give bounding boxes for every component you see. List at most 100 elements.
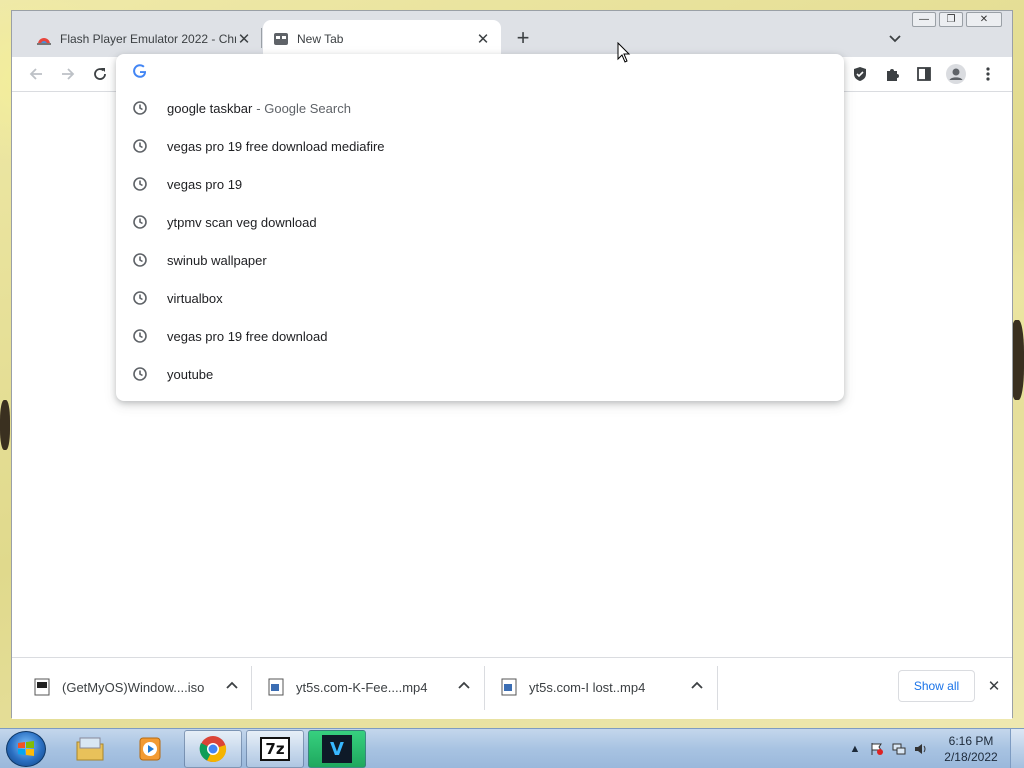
taskbar-clock[interactable]: 6:16 PM 2/18/2022 [936, 733, 1006, 765]
history-clock-icon [133, 215, 147, 229]
system-tray: ▲ 6:16 PM 2/18/2022 [844, 729, 1024, 768]
divider [251, 666, 252, 710]
extension-shield-button[interactable] [846, 60, 874, 88]
new-tab-button[interactable]: + [510, 25, 536, 51]
tab-title: Flash Player Emulator 2022 - Chr [60, 31, 236, 46]
shield-icon [854, 67, 866, 81]
taskbar-windows-explorer[interactable] [61, 730, 119, 768]
address-bar-input[interactable] [159, 63, 844, 79]
show-hidden-icons-button[interactable]: ▲ [847, 741, 863, 757]
volume-icon[interactable] [913, 741, 929, 757]
chevron-up-icon[interactable] [224, 678, 240, 694]
network-monitor-icon [892, 743, 906, 755]
suggestion-text: ytpmv scan veg download [167, 214, 317, 230]
back-button[interactable] [22, 60, 50, 88]
tab-title: New Tab [297, 31, 344, 46]
vegas-pro-icon: V [322, 735, 352, 763]
start-button[interactable] [6, 731, 46, 767]
speaker-icon [915, 744, 926, 754]
network-icon[interactable] [891, 741, 907, 757]
flash-player-emulator-favicon-icon [37, 37, 51, 45]
new-tab-page-icon [274, 32, 288, 45]
extensions-button[interactable] [878, 60, 906, 88]
omnibox-input-row [116, 54, 844, 88]
divider [484, 666, 485, 710]
history-clock-icon [133, 329, 147, 343]
suggestion-item[interactable]: swinub wallpaper [116, 241, 844, 279]
tab-new-tab[interactable]: New Tab ✕ [263, 20, 501, 57]
tab-separator [261, 28, 262, 48]
google-g-icon [133, 64, 147, 78]
suggestion-item[interactable]: vegas pro 19 free download [116, 317, 844, 355]
suggestion-item[interactable]: virtualbox [116, 279, 844, 317]
chevron-down-icon [889, 35, 901, 43]
back-arrow-icon [29, 68, 42, 80]
download-filename: yt5s.com-K-Fee....mp4 [296, 679, 428, 695]
suggestion-text: virtualbox [167, 290, 223, 306]
suggestion-text: vegas pro 19 [167, 176, 243, 192]
history-clock-icon [133, 139, 147, 153]
side-panel-button[interactable] [910, 60, 938, 88]
seven-zip-icon: 7z [260, 737, 290, 761]
menu-button[interactable] [974, 60, 1002, 88]
folder-icon [76, 737, 104, 761]
flag-icon [871, 743, 883, 755]
close-tab-icon[interactable]: ✕ [475, 30, 491, 48]
side-panel-icon [917, 67, 931, 81]
clock-date: 2/18/2022 [944, 750, 998, 764]
clock-time: 6:16 PM [948, 734, 994, 748]
history-clock-icon [133, 253, 147, 267]
close-tab-icon[interactable]: ✕ [236, 30, 252, 48]
download-filename: yt5s.com-I lost..mp4 [529, 679, 646, 695]
suggestion-list: google taskbar - Google Search vegas pro… [116, 89, 844, 393]
chevron-up-icon[interactable] [456, 678, 472, 694]
close-download-shelf-icon[interactable]: ✕ [984, 674, 1004, 698]
puzzle-piece-icon [887, 69, 899, 81]
show-all-downloads-button[interactable]: Show all [898, 670, 975, 702]
history-clock-icon [133, 177, 147, 191]
windows-logo-icon [18, 741, 34, 756]
download-filename: (GetMyOS)Window....iso [62, 679, 205, 695]
chevron-up-icon[interactable] [689, 678, 705, 694]
video-file-icon [268, 678, 284, 696]
close-window-button[interactable]: ✕ [966, 12, 1002, 27]
reload-icon [94, 68, 106, 80]
window-controls: — ❐ ✕ [912, 12, 1002, 27]
tab-strip: Flash Player Emulator 2022 - Chr ✕ New T… [12, 11, 1012, 57]
taskbar-7zip[interactable]: 7z [246, 730, 304, 768]
restore-button[interactable]: ❐ [939, 12, 963, 27]
omnibox-dropdown: google taskbar - Google Search vegas pro… [116, 54, 844, 401]
iso-file-icon [34, 678, 50, 696]
suggestion-item[interactable]: google taskbar - Google Search [116, 89, 844, 127]
download-item[interactable]: yt5s.com-I lost..mp4 [501, 658, 717, 716]
download-item[interactable]: yt5s.com-K-Fee....mp4 [268, 658, 484, 716]
chrome-icon [199, 736, 227, 763]
wallpaper-shape [0, 400, 10, 450]
profile-button[interactable] [942, 60, 970, 88]
suggestion-item[interactable]: vegas pro 19 free download mediafire [116, 127, 844, 165]
forward-arrow-icon [62, 68, 75, 80]
forward-button[interactable] [54, 60, 82, 88]
history-clock-icon [133, 101, 147, 115]
suggestion-item[interactable]: ytpmv scan veg download [116, 203, 844, 241]
taskbar-chrome[interactable] [184, 730, 242, 768]
suggestion-item[interactable]: vegas pro 19 [116, 165, 844, 203]
taskbar-vegas[interactable]: V [308, 730, 366, 768]
tab-search-button[interactable] [882, 25, 908, 51]
avatar-icon [946, 64, 966, 84]
taskbar-media-player[interactable] [121, 730, 179, 768]
suggestion-secondary-text: - Google Search [256, 100, 351, 116]
download-item[interactable]: (GetMyOS)Window....iso [34, 658, 252, 716]
more-vertical-icon [986, 67, 990, 81]
show-desktop-button[interactable] [1010, 729, 1024, 768]
download-shelf: (GetMyOS)Window....iso yt5s.com-K-Fee...… [12, 657, 1012, 719]
action-center-flag-icon[interactable] [869, 741, 885, 757]
minimize-button[interactable]: — [912, 12, 936, 27]
tab-flash-player-emulator[interactable]: Flash Player Emulator 2022 - Chr ✕ [26, 20, 262, 57]
windows-taskbar: 7z V ▲ 6:16 PM 2/18/2022 [0, 728, 1024, 768]
divider [717, 666, 718, 710]
suggestion-text: google taskbar [167, 100, 253, 116]
suggestion-item[interactable]: youtube [116, 355, 844, 393]
suggestion-text: vegas pro 19 free download [167, 328, 328, 344]
reload-button[interactable] [86, 60, 114, 88]
